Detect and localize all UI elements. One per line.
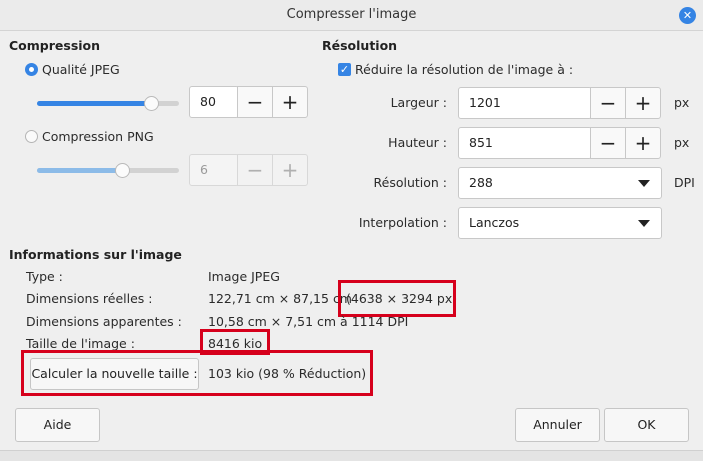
highlight-box-dimensions — [338, 280, 456, 317]
height-decrement-button[interactable]: − — [590, 127, 626, 159]
chevron-down-icon — [638, 220, 650, 227]
window-title: Compresser l'image — [286, 7, 417, 22]
type-label: Type : — [26, 269, 63, 284]
jpeg-quality-label: Qualité JPEG — [42, 62, 120, 77]
image-size-label: Taille de l'image : — [26, 336, 135, 351]
width-label: Largeur : — [390, 95, 447, 110]
jpeg-quality-input[interactable]: 80 — [189, 86, 239, 118]
resolution-section-title: Résolution — [322, 38, 398, 53]
ok-button[interactable]: OK — [604, 408, 689, 442]
interpolation-value: Lanczos — [469, 215, 520, 230]
png-compression-decrement-button: − — [237, 154, 273, 186]
png-compression-slider — [37, 163, 179, 178]
jpeg-quality-slider-handle[interactable] — [144, 96, 159, 111]
window-bottom-edge — [0, 450, 703, 461]
png-compression-label: Compression PNG — [42, 129, 154, 144]
height-label: Hauteur : — [388, 135, 447, 150]
title-bar: Compresser l'image ✕ — [0, 0, 703, 31]
apparent-dimensions-value: 10,58 cm × 7,51 cm à 1114 DPI — [208, 314, 409, 329]
cancel-button[interactable]: Annuler — [515, 408, 600, 442]
apparent-dimensions-label: Dimensions apparentes : — [26, 314, 182, 329]
compression-section-title: Compression — [9, 38, 101, 53]
interpolation-label: Interpolation : — [358, 215, 447, 230]
help-button[interactable]: Aide — [15, 408, 100, 442]
highlight-box-new-size — [21, 350, 373, 396]
reduce-resolution-label: Réduire la résolution de l'image à : — [355, 62, 574, 77]
png-compression-slider-handle — [115, 163, 130, 178]
dpi-combobox[interactable]: 288 — [458, 167, 662, 199]
dpi-unit: DPI — [674, 175, 695, 190]
height-increment-button[interactable]: + — [625, 127, 661, 159]
height-input[interactable]: 851 — [458, 127, 592, 159]
dpi-value: 288 — [469, 175, 493, 190]
jpeg-quality-slider[interactable] — [37, 96, 179, 111]
width-input[interactable]: 1201 — [458, 87, 592, 119]
height-unit: px — [674, 135, 690, 150]
width-decrement-button[interactable]: − — [590, 87, 626, 119]
jpeg-quality-increment-button[interactable]: + — [272, 86, 308, 118]
width-increment-button[interactable]: + — [625, 87, 661, 119]
width-unit: px — [674, 95, 690, 110]
png-compression-slider-fill — [37, 168, 122, 173]
jpeg-quality-decrement-button[interactable]: − — [237, 86, 273, 118]
real-dimensions-label: Dimensions réelles : — [26, 291, 153, 306]
type-value: Image JPEG — [208, 269, 280, 284]
close-icon[interactable]: ✕ — [679, 7, 696, 24]
interpolation-select[interactable]: Lanczos — [458, 207, 662, 239]
dpi-label: Résolution : — [373, 175, 448, 190]
png-compression-radio[interactable] — [25, 130, 38, 143]
real-dimensions-value: 122,71 cm × 87,15 cm — [208, 291, 352, 306]
chevron-down-icon — [638, 180, 650, 187]
jpeg-quality-radio[interactable] — [25, 63, 38, 76]
reduce-resolution-checkbox[interactable]: ✓ — [338, 63, 351, 76]
png-compression-input: 6 — [189, 154, 239, 186]
image-info-section-title: Informations sur l'image — [9, 247, 182, 262]
png-compression-increment-button: + — [272, 154, 308, 186]
jpeg-quality-slider-fill — [37, 101, 151, 106]
